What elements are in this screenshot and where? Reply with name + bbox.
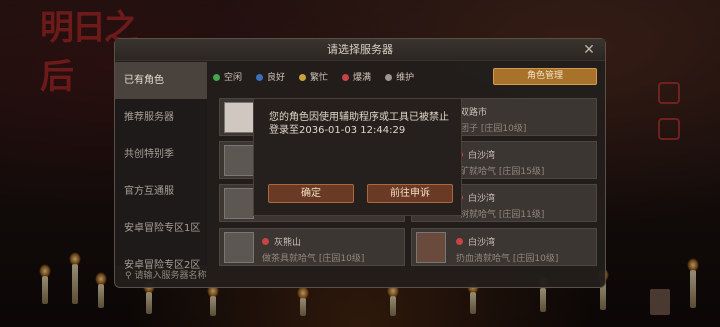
avatar xyxy=(416,232,446,263)
legend-item: 良好 xyxy=(256,70,285,83)
server-card[interactable]: 白沙湾 扔血清就哈气 [庄园10级] xyxy=(411,228,597,266)
notice-icon[interactable] xyxy=(658,118,680,140)
status-legend: 空闲 良好 繁忙 爆满 维护 xyxy=(213,68,414,84)
avatar xyxy=(224,232,254,263)
dialog-title: 请选择服务器 xyxy=(115,39,605,61)
corner-button[interactable] xyxy=(650,289,670,315)
mail-icon[interactable] xyxy=(658,82,680,104)
sidebar-item-existing-roles[interactable]: 已有角色 xyxy=(115,62,207,99)
server-category-sidebar: 已有角色 推荐服务器 共创特别季 官方互通服 安卓冒险专区1区 安卓冒险专区2区 xyxy=(115,62,207,271)
sidebar-item-official-cross[interactable]: 官方互通服 xyxy=(115,173,207,210)
server-desc: 树就哈气 [庄园11级] xyxy=(460,210,545,220)
server-desc: 矿就哈气 [庄园15级] xyxy=(460,167,545,177)
ban-message: 您的角色因使用辅助程序或工具已被禁止登录至2036-01-03 12:44:29 xyxy=(269,112,449,136)
sidebar-item-recommended[interactable]: 推荐服务器 xyxy=(115,99,207,136)
game-logo: 明日之后 xyxy=(40,8,138,97)
status-dot xyxy=(262,238,269,245)
avatar xyxy=(224,145,254,176)
search-input: 请输入服务器名称 xyxy=(134,271,207,281)
status-dot xyxy=(456,238,463,245)
legend-item: 维护 xyxy=(385,70,414,83)
appeal-button[interactable]: 前往申诉 xyxy=(367,184,453,203)
server-desc: 做茶具就哈气 [庄园10级] xyxy=(262,254,365,264)
legend-item: 空闲 xyxy=(213,70,242,83)
search-bar[interactable]: ⚲ 请输入服务器名称 xyxy=(119,268,595,284)
role-management-button[interactable]: 角色管理 xyxy=(493,68,597,85)
legend-item: 爆满 xyxy=(342,70,371,83)
side-icons xyxy=(658,82,680,154)
server-card[interactable]: 灰熊山 做茶具就哈气 [庄园10级] xyxy=(219,228,405,266)
confirm-button[interactable]: 确定 xyxy=(268,184,354,203)
avatar xyxy=(224,102,254,133)
ban-notice-modal: 您的角色因使用辅助程序或工具已被禁止登录至2036-01-03 12:44:29… xyxy=(253,98,462,216)
server-name: 灰熊山 xyxy=(274,238,302,248)
server-name: 白沙湾 xyxy=(468,238,496,248)
server-name: 白沙湾 xyxy=(468,151,496,161)
close-icon[interactable]: ✕ xyxy=(581,42,597,58)
server-name: 双路市 xyxy=(460,108,488,118)
server-desc: 团子 [庄园10级] xyxy=(460,124,527,134)
search-icon: ⚲ xyxy=(125,271,132,281)
sidebar-item-co-creation-season[interactable]: 共创特别季 xyxy=(115,136,207,173)
server-desc: 扔血清就哈气 [庄园10级] xyxy=(456,254,559,264)
sidebar-item-android-zone-1[interactable]: 安卓冒险专区1区 xyxy=(115,210,207,247)
legend-item: 繁忙 xyxy=(299,70,328,83)
server-name: 白沙湾 xyxy=(468,194,496,204)
avatar xyxy=(224,188,254,219)
